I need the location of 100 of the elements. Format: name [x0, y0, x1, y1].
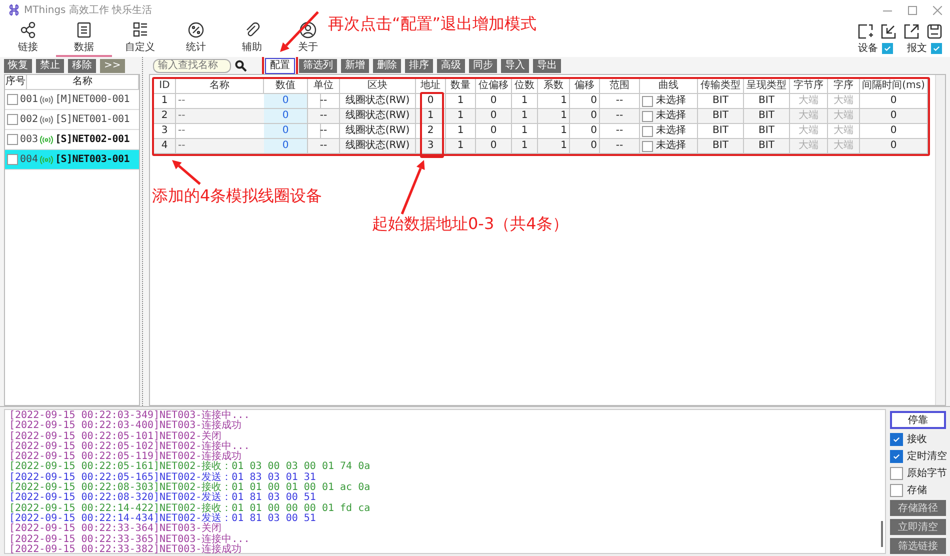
window-title: MThings 高效工作 快乐生活 — [24, 4, 154, 17]
checkbox[interactable] — [7, 134, 18, 145]
add-window-icon[interactable] — [858, 24, 873, 39]
table-cell: 1 — [512, 109, 538, 124]
import-icon[interactable] — [881, 24, 896, 39]
column-header: 地址 — [416, 79, 446, 94]
checkmark-icon — [893, 452, 900, 460]
checkmark-icon — [884, 44, 891, 52]
log-line: [2022-09-15 00:22:33-364]NET003-关闭 — [9, 524, 222, 534]
column-header: 位偏移 — [476, 79, 512, 94]
checkbox[interactable] — [890, 432, 903, 446]
search-field[interactable]: 输入查找名称 — [153, 58, 231, 72]
column-header: 传输类型 — [698, 79, 744, 94]
toolbar-button[interactable]: 移除 — [68, 58, 96, 72]
maximize-icon[interactable] — [908, 6, 917, 14]
column-header: 曲线 — [640, 79, 698, 94]
toolbar-button[interactable]: 新增 — [341, 58, 369, 72]
scrollbar[interactable] — [935, 75, 945, 405]
export-icon[interactable] — [904, 24, 919, 39]
device-row[interactable]: 001 [M]NET000-001 — [5, 90, 139, 110]
action-button[interactable]: 立即清空 — [890, 519, 946, 535]
device-number: 001 — [20, 94, 38, 105]
search-icon[interactable] — [235, 60, 247, 72]
table-cell: 线圈状态(RW) — [340, 139, 416, 154]
log-line: [2022-09-15 00:22:33-382]NET003-连接成功 — [9, 544, 243, 556]
toolbar-button[interactable]: 恢复 — [4, 58, 32, 72]
grid-list-icon — [131, 21, 149, 39]
toolbar-button[interactable]: 禁止 — [36, 58, 64, 72]
table-cell: BIT — [744, 139, 790, 154]
column-header: 间隔时间(ms) — [860, 79, 928, 94]
close-icon[interactable] — [933, 6, 942, 14]
column-header: 名称 — [176, 79, 264, 94]
dock-button[interactable]: 停靠 — [890, 411, 946, 429]
toolbar-button[interactable]: 导出 — [533, 58, 561, 72]
table-cell: 0 — [264, 124, 308, 139]
list-icon — [75, 21, 93, 39]
table-cell: 0 — [860, 109, 928, 124]
checkbox[interactable] — [642, 140, 653, 152]
toolbar-button[interactable]: 排序 — [405, 58, 433, 72]
action-button[interactable]: 筛选链接 — [890, 538, 946, 554]
option-label: 存储 — [907, 484, 927, 497]
column-header: 字节序 — [790, 79, 828, 94]
annotation-text: 添加的4条模拟线圈设备 — [152, 186, 322, 207]
checkbox[interactable] — [642, 96, 653, 106]
toolbar-button[interactable]: 删除 — [373, 58, 401, 72]
table-cell: 未选择 — [656, 124, 686, 138]
checkbox[interactable] — [931, 42, 942, 54]
log-line: [2022-09-15 00:22:05-161]NET002-接收：01 03 00 03 00 01 74 0a — [9, 462, 372, 472]
column-header: 位数 — [512, 79, 538, 94]
toolbar-button[interactable]: >> — [100, 58, 125, 72]
column-header: 名称 — [27, 75, 139, 90]
nav-tab[interactable]: 统计 — [168, 21, 224, 57]
checkmark-icon — [893, 436, 900, 442]
table-cell: 0 — [264, 139, 308, 154]
scrollbar[interactable] — [881, 521, 883, 547]
table-cell: 大端 — [828, 109, 860, 124]
table-cell: -- — [600, 139, 640, 154]
table-cell: 未选择 — [656, 94, 686, 108]
log-line: [2022-09-15 00:22:33-365]NET003-连接中... — [9, 534, 251, 545]
device-row[interactable]: 002 [S]NET001-001 — [5, 110, 139, 130]
column-header: 偏移 — [570, 79, 600, 94]
table-cell: 大端 — [790, 139, 828, 154]
log-line: [2022-09-15 00:22:08-320]NET002-发送：01 81 03 00 51 — [9, 493, 317, 504]
user-icon — [299, 21, 317, 39]
device-number: 004 — [20, 154, 38, 165]
checkbox[interactable] — [890, 466, 903, 480]
table-cell: 0 — [476, 109, 512, 124]
nav-tab[interactable]: 辅助 — [224, 21, 280, 57]
toolbar-button[interactable]: 高级 — [437, 58, 465, 72]
action-button[interactable]: 存储路径 — [890, 500, 946, 516]
checkbox[interactable] — [7, 154, 18, 165]
checkbox[interactable] — [890, 484, 903, 496]
table-cell: 2 — [154, 109, 176, 124]
checkbox[interactable] — [642, 126, 653, 136]
checkbox[interactable] — [642, 110, 653, 122]
column-header: 区块 — [340, 79, 416, 94]
table-cell: BIT — [698, 139, 744, 154]
toolbar-button[interactable]: 导入 — [501, 58, 529, 72]
log-line: [2022-09-15 00:22:05-101]NET002-关闭 — [9, 432, 222, 442]
checkbox[interactable] — [882, 42, 893, 54]
column-header: 范围 — [600, 79, 640, 94]
checkbox[interactable] — [7, 114, 18, 125]
logo-icon — [8, 4, 20, 16]
nav-tab[interactable]: 链接 — [0, 21, 56, 57]
column-header: 单位 — [308, 79, 340, 94]
device-name: [S]NET001-001 — [55, 114, 130, 125]
nav-tab[interactable]: 自定义 — [112, 21, 168, 57]
toolbar-button[interactable]: 筛选列 — [299, 58, 337, 72]
table-cell: 0 — [860, 139, 928, 154]
device-row[interactable]: 004 [S]NET003-001 — [5, 150, 139, 170]
checkbox[interactable] — [890, 450, 903, 462]
save-icon[interactable] — [927, 24, 942, 39]
column-header: 字序 — [828, 79, 860, 94]
table-cell: 1 — [446, 109, 476, 124]
table-cell: 0 — [570, 139, 600, 154]
toolbar-button[interactable]: 配置 — [265, 58, 295, 74]
table-cell: 1 — [512, 139, 538, 154]
checkbox[interactable] — [7, 94, 18, 105]
table-cell: 0 — [476, 139, 512, 154]
toolbar-button[interactable]: 同步 — [469, 58, 497, 72]
